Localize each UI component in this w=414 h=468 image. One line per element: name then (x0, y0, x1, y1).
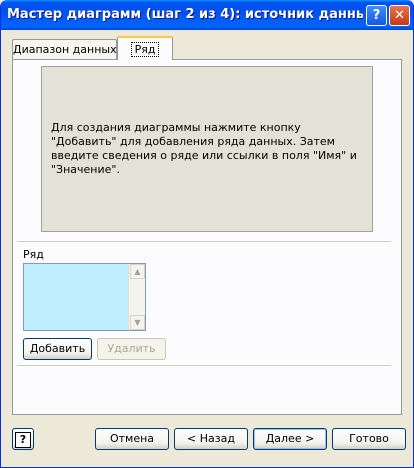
tab-series[interactable]: Ряд (117, 36, 173, 60)
scroll-up-icon[interactable]: ▲ (130, 264, 145, 279)
scroll-down-icon[interactable]: ▼ (130, 315, 145, 330)
cancel-button[interactable]: Отмена (95, 428, 169, 450)
close-button[interactable]: ✕ (389, 5, 410, 26)
help-icon: ? (15, 432, 31, 448)
finish-button[interactable]: Готово (332, 428, 406, 450)
divider (17, 365, 391, 367)
title-bar: Мастер диаграмм (шаг 2 из 4): источник д… (1, 0, 413, 30)
chart-preview-area: Для создания диаграммы нажмите кнопку "Д… (41, 66, 373, 232)
window-title: Мастер диаграмм (шаг 2 из 4): источник д… (7, 7, 363, 22)
help-button[interactable]: ? (12, 428, 34, 450)
divider (17, 241, 391, 243)
add-series-button[interactable]: Добавить (23, 338, 92, 360)
title-help-button[interactable]: ? (366, 5, 387, 26)
series-listbox[interactable]: ▲ ▼ (23, 263, 146, 331)
series-tab-panel: Для создания диаграммы нажмите кнопку "Д… (12, 59, 402, 415)
preview-instruction-text: Для создания диаграммы нажмите кнопку "Д… (51, 121, 357, 176)
back-button[interactable]: < Назад (174, 428, 248, 450)
series-list-scrollbar[interactable]: ▲ ▼ (128, 264, 145, 330)
tab-series-label: Ряд (130, 42, 160, 57)
remove-series-button[interactable]: Удалить (97, 338, 166, 360)
next-button[interactable]: Далее > (253, 428, 327, 450)
tab-data-range[interactable]: Диапазон данных (12, 39, 117, 59)
chart-wizard-dialog: Мастер диаграмм (шаг 2 из 4): источник д… (0, 0, 414, 468)
series-list-label: Ряд (23, 248, 44, 261)
